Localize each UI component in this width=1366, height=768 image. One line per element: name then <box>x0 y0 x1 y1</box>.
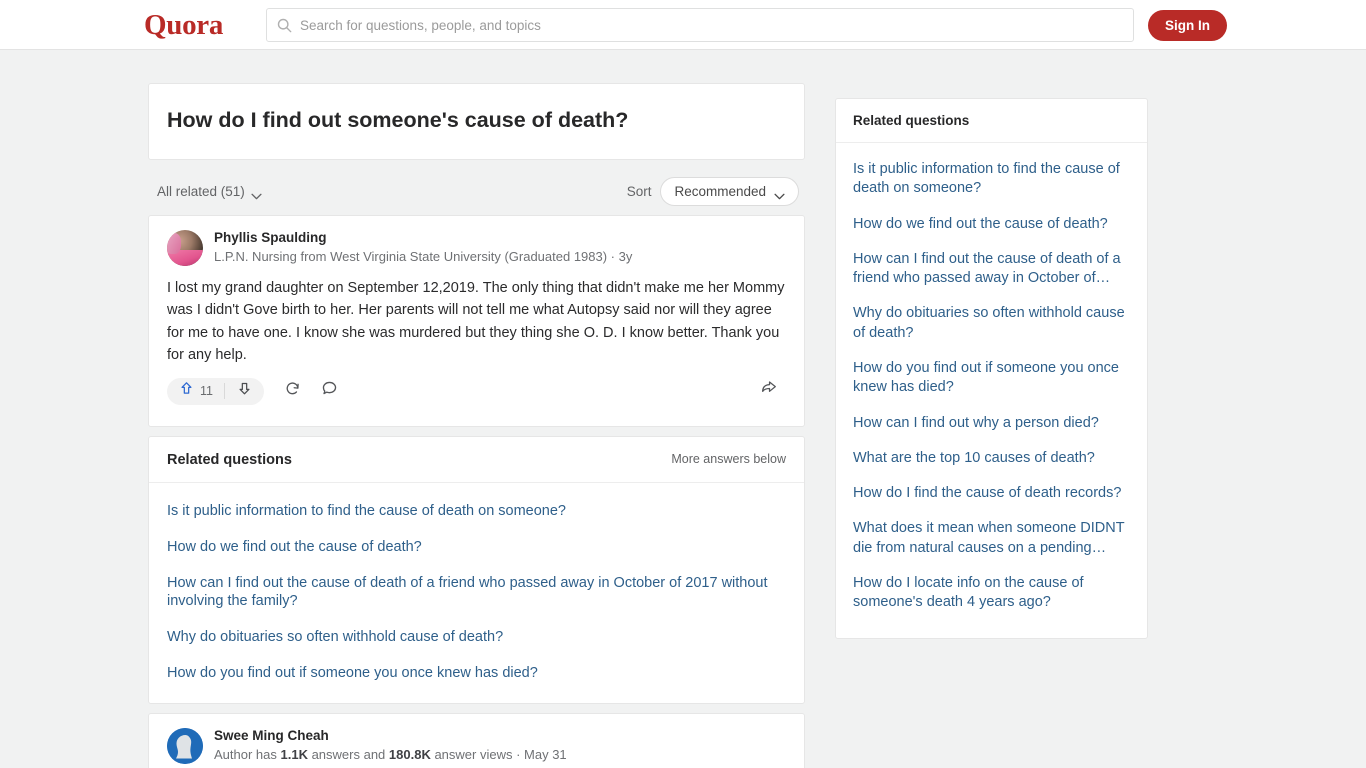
upvote-count: 11 <box>200 384 213 399</box>
author-credential: L.P.N. Nursing from West Virginia State … <box>214 248 633 264</box>
related-questions-title: Related questions <box>167 451 292 468</box>
sidebar-list: Is it public information to find the cau… <box>836 143 1147 638</box>
answer-card: Phyllis Spaulding L.P.N. Nursing from We… <box>148 214 805 427</box>
sort-control: Sort Recommended <box>626 176 799 206</box>
list-item[interactable]: How do you find out if someone you once … <box>167 658 786 687</box>
site-header: Quora Sign In <box>0 0 1366 50</box>
page-body: How do I find out someone's cause of dea… <box>0 50 1366 768</box>
sidebar-header: Related questions <box>836 99 1147 143</box>
page-title: How do I find out someone's cause of dea… <box>167 108 629 132</box>
list-item[interactable]: How can I find out the cause of death of… <box>167 568 786 623</box>
sidebar-item-3[interactable]: Why do obituaries so often withhold caus… <box>853 298 1130 353</box>
author-credential: Author has 1.1K answers and 180.8K answe… <box>214 746 567 764</box>
comment-button[interactable] <box>321 380 338 402</box>
answer-content: Swee Ming Cheah Author has 1.1K answers … <box>149 714 804 768</box>
answer-card: Swee Ming Cheah Author has 1.1K answers … <box>148 712 805 768</box>
sidebar-item-5[interactable]: How can I find out why a person died? <box>853 408 1130 443</box>
sidebar-related-questions-card: Related questions Is it public informati… <box>835 98 1148 639</box>
credential-prefix: Author has <box>214 746 281 762</box>
list-item[interactable]: How do we find out the cause of death? <box>167 532 786 568</box>
downvote-icon <box>237 381 252 401</box>
filter-sort-row: All related (51) Sort Recommended <box>148 169 805 215</box>
sidebar-item-6[interactable]: What are the top 10 causes of death? <box>853 443 1130 478</box>
sidebar-item-0[interactable]: Is it public information to find the cau… <box>853 154 1130 209</box>
sidebar-item-1[interactable]: How do we find out the cause of death? <box>853 209 1130 244</box>
repost-button[interactable] <box>284 380 301 402</box>
author-info: Swee Ming Cheah Author has 1.1K answers … <box>214 728 567 764</box>
sidebar-item-4[interactable]: How do you find out if someone you once … <box>853 353 1130 408</box>
answer-actions: 11 <box>167 367 786 418</box>
sidebar-item-7[interactable]: How do I find the cause of death records… <box>853 478 1130 513</box>
author-info: Phyllis Spaulding L.P.N. Nursing from We… <box>214 230 632 266</box>
upvote-button[interactable]: 11 <box>167 381 224 401</box>
answer-body: I lost my grand daughter on September 12… <box>167 279 785 364</box>
list-item[interactable]: Why do obituaries so often withhold caus… <box>167 622 786 658</box>
credential-answer-count: 1.1K <box>280 746 308 762</box>
author-row: Phyllis Spaulding L.P.N. Nursing from We… <box>167 229 786 266</box>
related-questions-list: Is it public information to find the cau… <box>149 483 804 703</box>
share-icon <box>760 381 778 400</box>
comment-icon <box>321 380 338 402</box>
avatar[interactable] <box>167 229 203 266</box>
sidebar-item-8[interactable]: What does it mean when someone DIDNT die… <box>853 513 1130 568</box>
quora-logo[interactable]: Quora <box>144 9 223 42</box>
sort-dropdown[interactable]: Recommended <box>660 176 799 206</box>
chevron-down-icon <box>251 188 262 200</box>
upvote-icon <box>179 381 194 401</box>
more-answers-below-link[interactable]: More answers below <box>671 452 786 466</box>
list-item[interactable]: Is it public information to find the cau… <box>167 496 786 532</box>
sort-label: Sort <box>626 183 652 199</box>
related-questions-header: Related questions More answers below <box>149 437 804 483</box>
all-related-label: All related (51) <box>157 184 245 200</box>
credential-middle: answers and <box>307 746 389 762</box>
search-icon <box>277 18 292 33</box>
question-card: How do I find out someone's cause of dea… <box>148 83 805 160</box>
author-name[interactable]: Swee Ming Cheah <box>214 728 567 743</box>
author-row: Swee Ming Cheah Author has 1.1K answers … <box>167 727 786 764</box>
share-button[interactable] <box>760 378 778 401</box>
search-bar[interactable] <box>266 8 1134 42</box>
answer-content: Phyllis Spaulding L.P.N. Nursing from We… <box>149 216 804 426</box>
sidebar-item-9[interactable]: How do I locate info on the cause of som… <box>853 568 1130 623</box>
all-related-filter[interactable]: All related (51) <box>157 184 262 200</box>
downvote-button[interactable] <box>225 381 264 401</box>
sidebar-title: Related questions <box>853 113 970 128</box>
avatar[interactable] <box>167 727 203 764</box>
author-name[interactable]: Phyllis Spaulding <box>214 230 632 245</box>
sort-value: Recommended <box>674 183 766 199</box>
main-column: How do I find out someone's cause of dea… <box>148 83 805 768</box>
related-questions-card: Related questions More answers below Is … <box>148 435 805 704</box>
sidebar-item-2[interactable]: How can I find out the cause of death of… <box>853 244 1130 299</box>
sidebar: Related questions Is it public informati… <box>835 98 1148 648</box>
credential-view-count: 180.8K <box>388 746 431 762</box>
credential-suffix: answer views · May 31 <box>430 746 567 762</box>
search-input[interactable] <box>300 17 1123 33</box>
sign-in-button[interactable]: Sign In <box>1148 10 1227 41</box>
vote-pill: 11 <box>167 377 264 405</box>
chevron-down-icon <box>774 188 785 200</box>
repost-icon <box>284 380 301 402</box>
